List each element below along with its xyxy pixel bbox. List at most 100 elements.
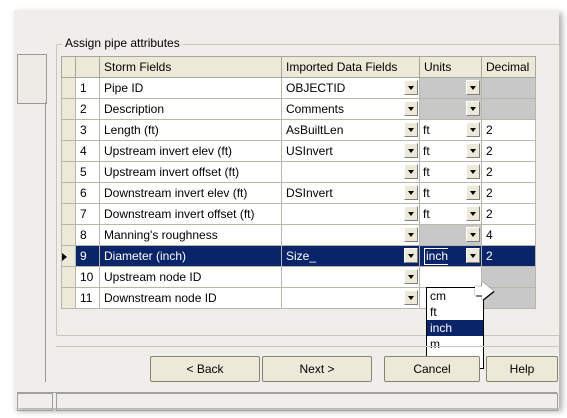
imported-field-cell[interactable]: AsBuiltLen bbox=[281, 119, 420, 141]
imported-field-value: Comments bbox=[286, 102, 345, 116]
imported-field-cell[interactable]: USInvert bbox=[281, 140, 420, 162]
imported-field-cell[interactable] bbox=[281, 224, 420, 246]
next-button[interactable]: Next > bbox=[262, 356, 372, 382]
dropdown-arrow-icon[interactable] bbox=[466, 227, 480, 242]
row-selector[interactable] bbox=[61, 77, 76, 99]
dropdown-arrow-icon[interactable] bbox=[466, 143, 480, 158]
back-button[interactable]: < Back bbox=[150, 356, 260, 382]
dropdown-arrow-icon[interactable] bbox=[404, 269, 418, 284]
units-value: ft bbox=[423, 144, 430, 158]
table-row[interactable]: 1 Pipe ID OBJECTID bbox=[61, 77, 536, 99]
dropdown-arrow-icon[interactable] bbox=[404, 206, 418, 221]
decimal-cell[interactable]: 2 bbox=[481, 140, 536, 162]
dropdown-arrow-icon[interactable] bbox=[404, 290, 418, 305]
imported-field-value: Size_ bbox=[286, 249, 317, 263]
storm-field-cell: Downstream invert offset (ft) bbox=[99, 203, 282, 225]
imported-field-cell[interactable] bbox=[281, 203, 420, 225]
units-cell[interactable]: ft bbox=[419, 182, 482, 204]
dropdown-arrow-icon[interactable] bbox=[466, 164, 480, 179]
dropdown-arrow-icon[interactable] bbox=[466, 185, 480, 200]
units-cell[interactable] bbox=[419, 98, 482, 120]
dropdown-arrow-icon[interactable] bbox=[466, 206, 480, 221]
dropdown-option[interactable]: inch bbox=[427, 320, 483, 336]
table-row[interactable]: 8 Manning's roughness 4 bbox=[61, 224, 536, 246]
dropdown-arrow-icon[interactable] bbox=[466, 101, 480, 116]
decimal-cell[interactable]: 2 bbox=[481, 203, 536, 225]
row-selector[interactable] bbox=[61, 98, 76, 120]
dropdown-arrow-icon[interactable] bbox=[404, 80, 418, 95]
imported-field-cell[interactable] bbox=[281, 287, 420, 309]
table-row[interactable]: 6 Downstream invert elev (ft) DSInvert ft 2 bbox=[61, 182, 536, 204]
current-row-icon bbox=[62, 252, 67, 261]
decimal-cell[interactable]: 2 bbox=[481, 119, 536, 141]
storm-field-cell: Pipe ID bbox=[99, 77, 282, 99]
units-active-field[interactable]: inch bbox=[424, 248, 450, 265]
imported-field-cell[interactable]: Size_ bbox=[281, 245, 420, 267]
column-header-units[interactable]: Units bbox=[419, 56, 482, 78]
imported-field-cell[interactable] bbox=[281, 161, 420, 183]
decimal-cell[interactable] bbox=[481, 98, 536, 120]
table-row[interactable]: 4 Upstream invert elev (ft) USInvert ft 2 bbox=[61, 140, 536, 162]
dropdown-arrow-icon[interactable] bbox=[466, 80, 480, 95]
units-active-value: inch bbox=[425, 249, 450, 264]
mouse-pointer-icon: 🡆 bbox=[474, 281, 495, 303]
units-cell[interactable]: ft bbox=[419, 203, 482, 225]
units-cell[interactable] bbox=[419, 266, 482, 288]
imported-field-cell[interactable]: DSInvert bbox=[281, 182, 420, 204]
units-cell[interactable] bbox=[419, 224, 482, 246]
row-number: 4 bbox=[75, 140, 100, 162]
attributes-grid: Storm Fields Imported Data Fields Units … bbox=[61, 56, 536, 309]
dropdown-arrow-icon[interactable] bbox=[404, 227, 418, 242]
table-row[interactable]: 3 Length (ft) AsBuiltLen ft 2 bbox=[61, 119, 536, 141]
imported-field-value: USInvert bbox=[286, 144, 333, 158]
imported-field-cell[interactable]: Comments bbox=[281, 98, 420, 120]
dropdown-arrow-icon[interactable] bbox=[404, 248, 418, 263]
decimal-cell[interactable]: 2 bbox=[481, 161, 536, 183]
status-segment-main bbox=[56, 393, 558, 411]
help-button[interactable]: Help bbox=[486, 356, 558, 382]
row-selector[interactable] bbox=[61, 245, 76, 267]
dropdown-arrow-icon[interactable] bbox=[404, 101, 418, 116]
row-selector[interactable] bbox=[61, 224, 76, 246]
column-header-decimal[interactable]: Decimal bbox=[481, 56, 536, 78]
cancel-button[interactable]: Cancel bbox=[384, 356, 480, 382]
dropdown-arrow-icon[interactable] bbox=[404, 185, 418, 200]
units-cell[interactable]: ft bbox=[419, 140, 482, 162]
imported-field-value: DSInvert bbox=[286, 186, 333, 200]
table-row[interactable]: 7 Downstream invert offset (ft) ft 2 bbox=[61, 203, 536, 225]
table-row[interactable]: 2 Description Comments bbox=[61, 98, 536, 120]
storm-field-cell: Manning's roughness bbox=[99, 224, 282, 246]
row-selector[interactable] bbox=[61, 119, 76, 141]
imported-field-value: OBJECTID bbox=[286, 81, 346, 95]
row-selector[interactable] bbox=[61, 182, 76, 204]
table-row[interactable]: 9 Diameter (inch) Size_ inch 2 bbox=[61, 245, 536, 267]
dropdown-arrow-icon[interactable] bbox=[404, 164, 418, 179]
header-row: Storm Fields Imported Data Fields Units … bbox=[61, 56, 536, 78]
units-value: ft bbox=[423, 207, 430, 221]
table-row[interactable]: 10 Upstream node ID bbox=[61, 266, 536, 288]
dropdown-arrow-icon[interactable] bbox=[466, 122, 480, 137]
decimal-cell[interactable]: 4 bbox=[481, 224, 536, 246]
column-header-storm-fields[interactable]: Storm Fields bbox=[99, 56, 282, 78]
units-cell[interactable]: ft bbox=[419, 161, 482, 183]
column-header-imported-data-fields[interactable]: Imported Data Fields bbox=[281, 56, 420, 78]
dropdown-arrow-icon[interactable] bbox=[466, 248, 480, 263]
row-selector[interactable] bbox=[61, 266, 76, 288]
dropdown-arrow-icon[interactable] bbox=[404, 122, 418, 137]
dropdown-arrow-icon[interactable] bbox=[404, 143, 418, 158]
imported-field-cell[interactable] bbox=[281, 266, 420, 288]
row-selector[interactable] bbox=[61, 287, 76, 309]
imported-field-cell[interactable]: OBJECTID bbox=[281, 77, 420, 99]
row-selector[interactable] bbox=[61, 203, 76, 225]
row-number: 9 bbox=[75, 245, 100, 267]
units-cell[interactable]: inch bbox=[419, 245, 482, 267]
row-selector[interactable] bbox=[61, 140, 76, 162]
decimal-cell[interactable]: 2 bbox=[481, 245, 536, 267]
decimal-cell[interactable]: 2 bbox=[481, 182, 536, 204]
row-selector[interactable] bbox=[61, 161, 76, 183]
row-number: 2 bbox=[75, 98, 100, 120]
table-row[interactable]: 5 Upstream invert offset (ft) ft 2 bbox=[61, 161, 536, 183]
decimal-cell[interactable] bbox=[481, 77, 536, 99]
units-cell[interactable]: ft bbox=[419, 119, 482, 141]
units-cell[interactable] bbox=[419, 77, 482, 99]
